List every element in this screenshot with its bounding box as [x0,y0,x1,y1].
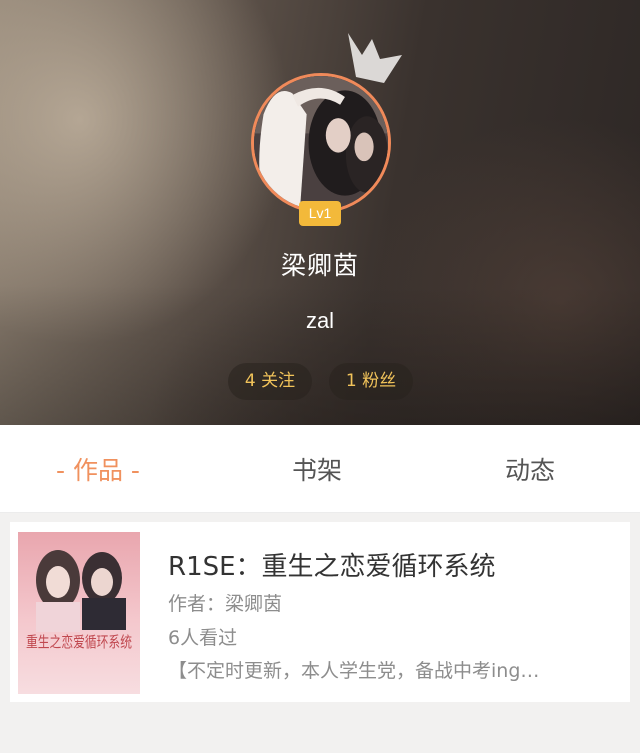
user-signature: zal [305,308,335,333]
tab-activity[interactable]: 动态 [505,451,555,487]
tab-bar: - 作品 - 书架 动态 [0,425,640,513]
book-title[interactable]: R1SE：重生之恋爱循环系统 [168,546,496,583]
following-count-button[interactable]: 4 关注 [228,363,312,400]
username: 梁卿茵 [280,251,359,280]
fans-count-button[interactable]: 1 粉丝 [329,363,413,400]
page-bottom [0,702,640,753]
book-card[interactable]: 重生之恋爱循环系统 R1SE：重生之恋爱循环系统 作者：梁卿茵 6人看过 【不定… [10,522,630,702]
book-views: 6人看过 [168,627,238,649]
level-badge: Lv1 [299,201,341,226]
profile-header: Lv1 梁卿茵 zal 4 关注 1 粉丝 [0,0,640,425]
book-author: 作者：梁卿茵 [168,593,283,615]
crown-icon [348,33,402,83]
avatar[interactable] [251,73,391,213]
tab-bookshelf[interactable]: 书架 [292,451,342,487]
book-cover[interactable]: 重生之恋爱循环系统 [18,532,140,694]
book-description: 【不定时更新，本人学生党，备战中考ing… [168,660,540,682]
cover-title: 重生之恋爱循环系统 [26,633,132,651]
tab-works[interactable]: - 作品 - [56,451,140,487]
